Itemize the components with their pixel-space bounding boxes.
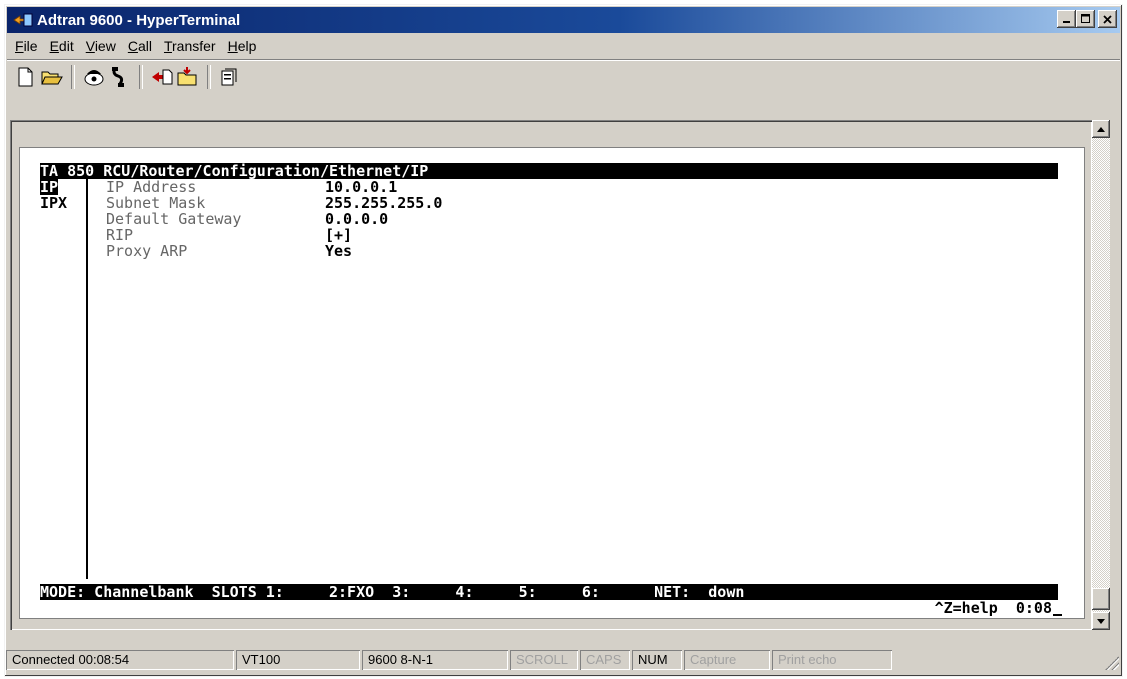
menu-path-header: TA 850 RCU/Router/Configuration/Ethernet… bbox=[40, 163, 1058, 179]
status-connected: Connected 00:08:54 bbox=[6, 650, 234, 670]
text-cursor bbox=[1053, 614, 1062, 616]
field-label-proxy-arp: Proxy ARP bbox=[106, 242, 188, 260]
minimize-button[interactable] bbox=[1057, 10, 1076, 28]
toolbar-separator bbox=[139, 64, 143, 89]
menu-file[interactable]: File bbox=[9, 38, 44, 54]
field-label-default-gateway: Default Gateway bbox=[106, 210, 242, 228]
window-title: Adtran 9600 - HyperTerminal bbox=[37, 11, 241, 29]
field-label-ip-address: IP Address bbox=[106, 178, 197, 196]
arrow-down-icon bbox=[1097, 618, 1105, 624]
status-num: NUM bbox=[632, 650, 682, 670]
maximize-button[interactable] bbox=[1076, 10, 1095, 28]
scroll-down-button[interactable] bbox=[1092, 612, 1110, 630]
disconnect-icon bbox=[112, 66, 124, 87]
menu-view[interactable]: View bbox=[80, 38, 122, 54]
vertical-scrollbar[interactable] bbox=[1092, 120, 1110, 630]
new-button[interactable] bbox=[13, 64, 39, 90]
scrollbar-thumb[interactable] bbox=[1092, 588, 1110, 610]
status-bar: Connected 00:08:54 VT100 9600 8-N-1 SCRO… bbox=[6, 648, 1121, 672]
side-menu-ipx[interactable]: IPX bbox=[40, 195, 67, 211]
field-value-subnet-mask[interactable]: 255.255.255.0 bbox=[325, 195, 442, 211]
title-bar[interactable]: Adtran 9600 - HyperTerminal bbox=[7, 7, 1120, 33]
toolbar-separator bbox=[71, 64, 75, 89]
receive-icon bbox=[177, 66, 197, 85]
status-caps: CAPS bbox=[580, 650, 630, 670]
menu-call[interactable]: Call bbox=[122, 38, 158, 54]
disconnect-button[interactable] bbox=[107, 64, 133, 90]
hyperterminal-app-icon bbox=[13, 13, 33, 27]
field-label-rip: RIP bbox=[106, 226, 134, 244]
status-emulation: VT100 bbox=[236, 650, 360, 670]
connect-icon bbox=[84, 69, 104, 85]
menu-edit[interactable]: Edit bbox=[44, 38, 80, 54]
status-scroll: SCROLL bbox=[510, 650, 578, 670]
status-print-echo: Print echo bbox=[772, 650, 892, 670]
maximize-icon bbox=[1080, 14, 1090, 23]
toolbar bbox=[7, 59, 1120, 93]
open-icon bbox=[41, 71, 63, 84]
resize-grip[interactable] bbox=[1105, 656, 1119, 670]
help-hint-text: ^Z=help 0:08 bbox=[934, 599, 1052, 617]
send-icon bbox=[152, 69, 173, 84]
side-menu-ip[interactable]: IP bbox=[40, 179, 59, 195]
terminal-screen[interactable]: TA 850 RCU/Router/Configuration/Ethernet… bbox=[20, 148, 1084, 618]
field-value-proxy-arp[interactable]: Yes bbox=[325, 243, 352, 259]
field-value-rip[interactable]: [+] bbox=[325, 227, 352, 243]
menu-help[interactable]: Help bbox=[222, 38, 263, 54]
status-capture: Capture bbox=[684, 650, 770, 670]
properties-button[interactable] bbox=[217, 64, 243, 90]
mode-status-line: MODE: Channelbank SLOTS 1: 2:FXO 3: 4: 5… bbox=[40, 584, 1058, 600]
field-value-default-gateway[interactable]: 0.0.0.0 bbox=[325, 211, 388, 227]
connect-button[interactable] bbox=[81, 64, 107, 90]
open-button[interactable] bbox=[39, 64, 65, 90]
menu-bar: File Edit View Call Transfer Help bbox=[9, 35, 262, 57]
close-icon bbox=[1103, 14, 1112, 24]
send-button[interactable] bbox=[149, 64, 175, 90]
status-settings: 9600 8-N-1 bbox=[362, 650, 508, 670]
close-button[interactable] bbox=[1098, 10, 1117, 28]
toolbar-separator bbox=[207, 64, 211, 89]
properties-icon bbox=[221, 68, 237, 85]
scroll-up-button[interactable] bbox=[1092, 120, 1110, 138]
minimize-icon bbox=[1062, 21, 1070, 23]
field-label-subnet-mask: Subnet Mask bbox=[106, 194, 206, 212]
help-line: ^Z=help 0:08 bbox=[935, 600, 1062, 616]
menu-transfer[interactable]: Transfer bbox=[158, 38, 222, 54]
receive-button[interactable] bbox=[175, 64, 201, 90]
field-value-ip-address[interactable]: 10.0.0.1 bbox=[325, 179, 397, 195]
menu-divider bbox=[86, 179, 88, 579]
arrow-up-icon bbox=[1097, 126, 1105, 132]
new-icon bbox=[18, 67, 33, 86]
